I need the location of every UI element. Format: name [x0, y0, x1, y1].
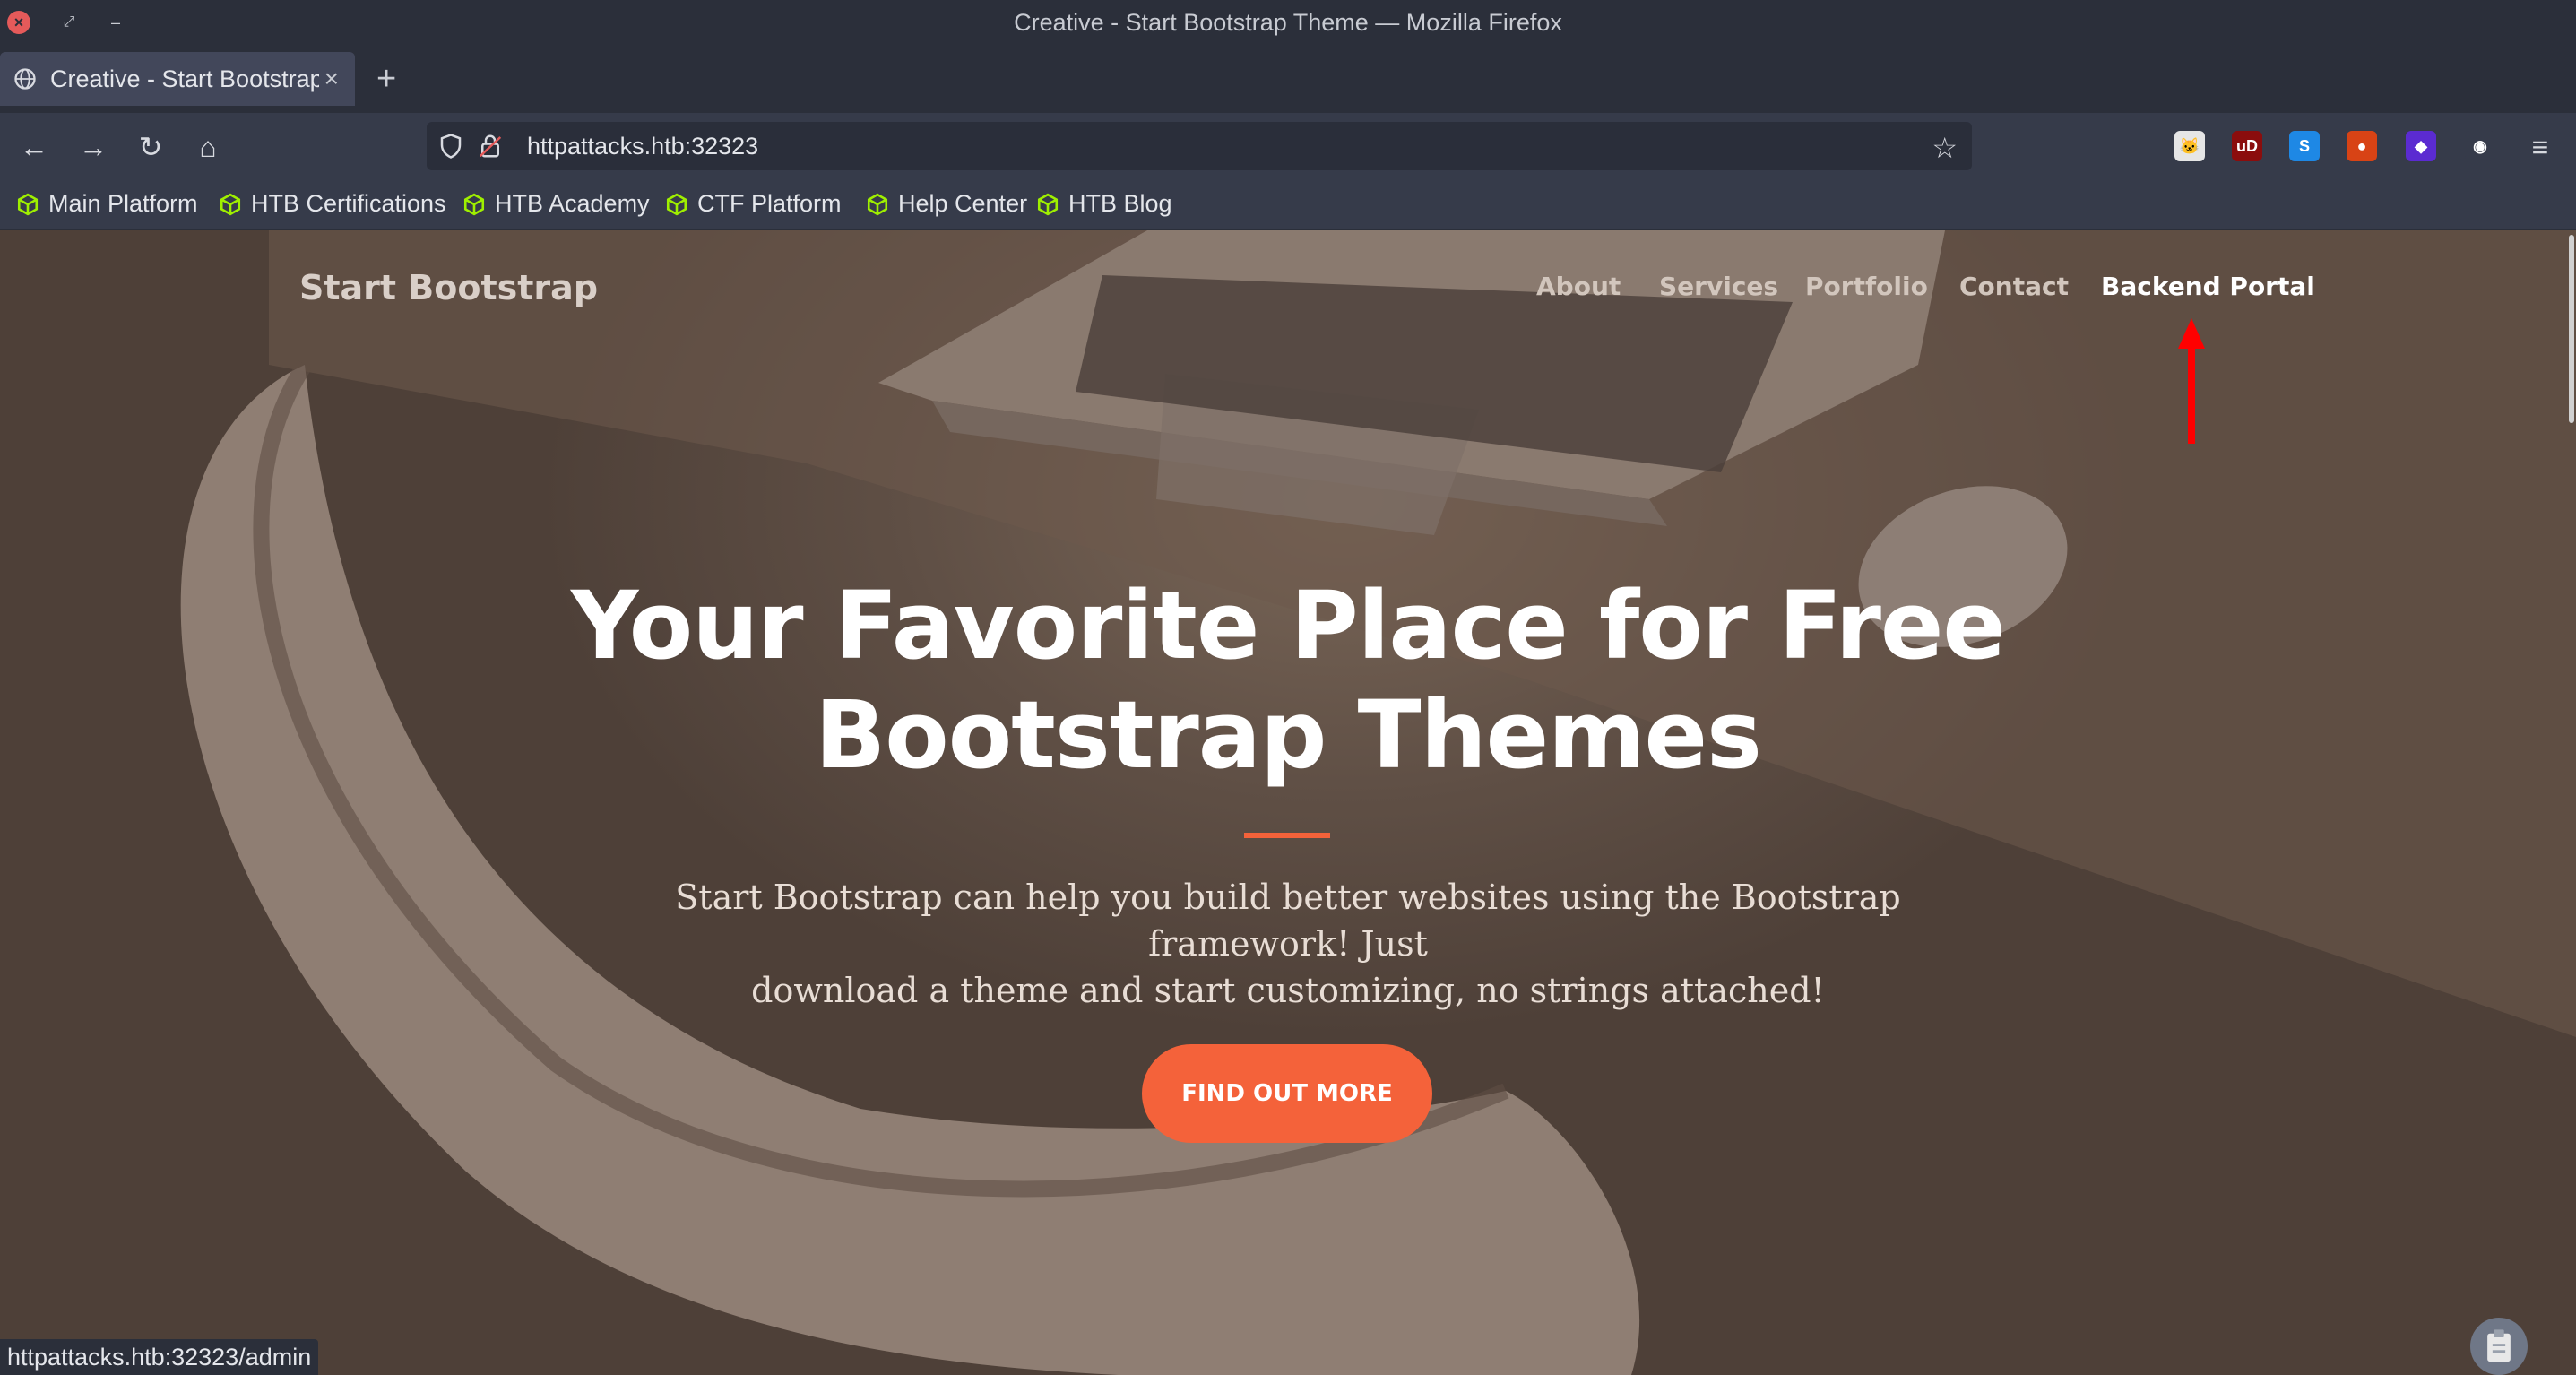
nav-link-contact[interactable]: Contact: [1959, 272, 2069, 301]
bookmark-item[interactable]: HTB Academy: [462, 190, 650, 218]
hero-title: Your Favorite Place for Free Bootstrap T…: [0, 571, 2576, 790]
tab-creative[interactable]: Creative - Start Bootstrap Theme ×: [0, 52, 355, 106]
tab-strip: Creative - Start Bootstrap Theme × +: [0, 47, 2576, 113]
htb-cube-icon: [463, 193, 485, 215]
cookie-editor-icon[interactable]: ◉: [2465, 131, 2495, 161]
clipboard-button[interactable]: [2470, 1318, 2528, 1375]
wappalyzer-icon[interactable]: ◆: [2406, 131, 2436, 161]
bookmark-label: HTB Certifications: [251, 190, 446, 217]
extension-glyph: uD: [2236, 136, 2258, 155]
extension-glyph: ◉: [2473, 136, 2487, 155]
back-arrow-icon: ←: [20, 130, 48, 163]
bookmark-item[interactable]: HTB Certifications: [219, 190, 446, 218]
extension-glyph: 🐱: [2179, 136, 2200, 155]
bookmark-label: Main Platform: [48, 190, 198, 217]
navigation-toolbar: ← → ↻ ⌂ httpattacks.htb:32323 ☆ ≡ 🐱 uD S ● ◆…: [0, 113, 2576, 181]
page-scrollbar[interactable]: [2569, 235, 2574, 423]
clipboard-icon: [2487, 1329, 2511, 1362]
globe-icon: [14, 68, 36, 90]
htb-cube-icon: [220, 193, 241, 215]
reload-button[interactable]: ↻: [133, 129, 169, 165]
nav-link-about[interactable]: About: [1536, 272, 1621, 301]
nav-link-backend-portal[interactable]: Backend Portal: [2101, 272, 2315, 301]
app-menu-button[interactable]: ≡: [2522, 129, 2558, 165]
bookmark-label: CTF Platform: [697, 190, 842, 217]
annotation-arrow: [2178, 318, 2205, 444]
ublock-origin-icon[interactable]: uD: [2232, 131, 2262, 161]
forward-arrow-icon: →: [79, 130, 108, 163]
s-extension-icon[interactable]: S: [2289, 131, 2320, 161]
web-page: Start Bootstrap About Services Portfolio…: [0, 230, 2576, 1375]
hero-title-line-1: Your Favorite Place for Free: [571, 571, 2006, 680]
htb-cube-icon: [666, 193, 687, 215]
hero-subtitle-line-1: Start Bootstrap can help you build bette…: [675, 878, 1901, 964]
hero-title-line-2: Bootstrap Themes: [815, 680, 1762, 790]
foxy-proxy-icon[interactable]: ●: [2347, 131, 2377, 161]
extension-glyph: ●: [2356, 136, 2367, 155]
hero-subtitle: Start Bootstrap can help you build bette…: [592, 874, 1984, 1014]
bookmark-item[interactable]: Main Platform: [16, 190, 198, 218]
window-title: Creative - Start Bootstrap Theme — Mozil…: [1014, 9, 1562, 36]
bookmark-item[interactable]: Help Center: [866, 190, 1027, 218]
hero-subtitle-line-2: download a theme and start customizing, …: [751, 971, 1825, 1010]
reload-icon: ↻: [138, 131, 163, 163]
new-tab-button[interactable]: +: [376, 61, 396, 97]
forward-button[interactable]: →: [75, 129, 111, 165]
nav-link-services[interactable]: Services: [1659, 272, 1778, 301]
htb-cube-icon: [17, 193, 39, 215]
window-titlebar: × ⤢ – Creative - Start Bootstrap Theme —…: [0, 0, 2576, 47]
hacker-cat-extension-icon[interactable]: 🐱: [2174, 131, 2205, 161]
url-bar[interactable]: httpattacks.htb:32323 ☆: [427, 122, 1972, 170]
nav-link-portfolio[interactable]: Portfolio: [1805, 272, 1928, 301]
site-brand[interactable]: Start Bootstrap: [299, 268, 598, 307]
hero-divider: [1244, 833, 1330, 838]
status-bar-link-preview: httpattacks.htb:32323/admin: [0, 1339, 319, 1375]
tab-close-icon[interactable]: ×: [324, 65, 339, 93]
hamburger-menu-icon: ≡: [2531, 130, 2549, 163]
back-button[interactable]: ←: [16, 129, 52, 165]
shield-icon[interactable]: [437, 133, 464, 160]
url-text[interactable]: httpattacks.htb:32323: [527, 133, 758, 160]
home-icon: ⌂: [199, 130, 217, 163]
extension-glyph: ◆: [2415, 136, 2427, 155]
home-button[interactable]: ⌂: [190, 129, 226, 165]
bookmark-label: HTB Academy: [495, 190, 650, 217]
extension-glyph: S: [2298, 136, 2310, 155]
find-out-more-button[interactable]: FIND OUT MORE: [1142, 1044, 1432, 1143]
bookmarks-toolbar: Main Platform HTB Certifications HTB Acade…: [0, 181, 2576, 230]
insecure-lock-icon[interactable]: [477, 133, 504, 160]
tab-label: Creative - Start Bootstrap Theme: [50, 65, 319, 92]
bookmark-label: Help Center: [898, 190, 1028, 217]
htb-cube-icon: [867, 193, 888, 215]
htb-cube-icon: [1037, 193, 1059, 215]
bookmark-item[interactable]: HTB Blog: [1036, 190, 1172, 218]
bookmark-item[interactable]: CTF Platform: [665, 190, 842, 218]
bookmark-label: HTB Blog: [1068, 190, 1172, 217]
bookmark-star-icon[interactable]: ☆: [1932, 131, 1958, 165]
